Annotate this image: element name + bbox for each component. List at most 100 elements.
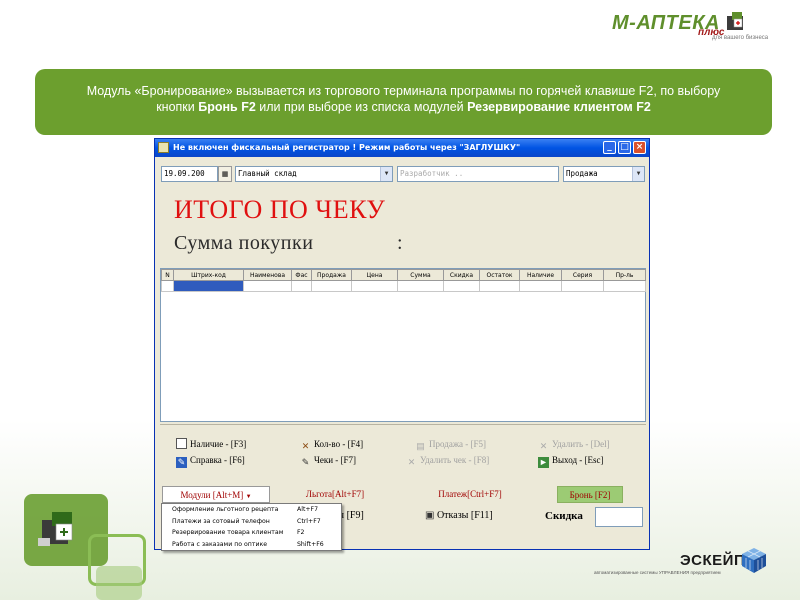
table-cell[interactable] — [479, 280, 520, 292]
menu-item-shortcut: Shift+F6 — [297, 540, 324, 548]
decor-square-light — [96, 566, 142, 600]
column-header[interactable]: Остаток — [479, 269, 520, 281]
menu-item-benefit-recipe[interactable]: Оформление льготного рецепта Alt+F7 — [162, 504, 341, 516]
table-cell[interactable] — [443, 280, 480, 292]
escape-logo: ЭСКЕЙП автоматизированные системы УПРАВЛ… — [592, 548, 772, 590]
table-cell[interactable] — [397, 280, 444, 292]
menu-item-optics-orders[interactable]: Работа с заказами по оптике Shift+F6 — [162, 539, 341, 551]
table-row[interactable] — [161, 280, 646, 292]
modules-tab[interactable]: Модули [Alt+M] ▼ — [162, 486, 270, 503]
table-cell[interactable] — [351, 280, 398, 292]
exit-button[interactable]: ► Выход - [Esc] — [538, 453, 604, 468]
escape-logo-name: ЭСКЕЙП — [680, 552, 746, 569]
table-cell[interactable] — [291, 280, 312, 292]
menu-item-phone-payment[interactable]: Платежи за сотовый телефон Ctrl+F7 — [162, 516, 341, 528]
refusals-icon: ▣ — [425, 510, 437, 521]
refusals-label: Отказы [F11] — [436, 510, 493, 521]
delete-check-label: Удалить чек - [F8] — [420, 455, 490, 465]
menu-item-client-reservation[interactable]: Резервирование товара клиентам F2 — [162, 527, 341, 539]
warehouse-select[interactable]: Главный склад ▼ — [235, 166, 393, 182]
column-header[interactable]: Фас — [291, 269, 312, 281]
table-cell[interactable] — [311, 280, 352, 292]
discount-input[interactable] — [595, 507, 643, 527]
banner-line-1: Модуль «Бронирование» вызывается из торг… — [86, 84, 721, 98]
sale-button[interactable]: ▤ Продажа - [F5] — [415, 437, 486, 451]
delete-icon: ✕ — [539, 441, 548, 451]
column-header[interactable]: Пр-ль — [603, 269, 646, 281]
menu-item-label: Оформление льготного рецепта — [172, 506, 279, 513]
items-grid[interactable]: N Штрих-код Наименова Фас Продажа Цена Сумма Ск… — [160, 268, 646, 422]
menu-item-label: Резервирование товара клиентам — [172, 529, 284, 536]
column-header[interactable]: N — [161, 269, 174, 281]
logo-tagline: для вашего бизнеса — [712, 35, 769, 41]
module-tabs: Модули [Alt+M] ▼ Льгота[Alt+F7] Платеж[C… — [160, 486, 646, 504]
mode-select[interactable]: Продажа ▼ — [563, 166, 645, 182]
app-icon — [158, 142, 169, 153]
column-header[interactable]: Продажа — [311, 269, 352, 281]
table-cell[interactable] — [161, 280, 174, 292]
delete-label: Удалить - [Del] — [552, 439, 610, 449]
column-header[interactable]: Серия — [561, 269, 604, 281]
top-toolbar: 19.09.200 ▦ Главный склад ▼ Разработчик … — [161, 166, 645, 182]
banner-text: или при выборе из списка модулей — [255, 100, 468, 114]
discount-label: Скидка — [545, 510, 583, 522]
checks-label: Чеки - [F7] — [314, 455, 357, 465]
table-cell[interactable] — [561, 280, 604, 292]
printer-icon: ▤ — [416, 441, 425, 451]
pharmacy-figure-icon — [727, 12, 743, 30]
info-banner: Модуль «Бронирование» вызывается из торг… — [35, 69, 772, 135]
quantity-label: Кол-во - [F4] — [314, 439, 364, 449]
window-title: Не включен фискальный регистратор ! Режи… — [173, 143, 521, 152]
function-buttons: Наличие - [F3] ✕ Кол-во - [F4] ▤ Продажа -… — [160, 424, 646, 482]
column-header[interactable]: Наименова — [243, 269, 292, 281]
sale-label: Продажа - [F5] — [429, 439, 487, 449]
exit-door-icon: ► — [538, 457, 549, 468]
delete-button[interactable]: ✕ Удалить - [Del] — [538, 437, 610, 451]
minimize-button[interactable]: _ — [603, 141, 616, 154]
delete-check-button[interactable]: ✕ Удалить чек - [F8] — [406, 453, 490, 467]
developer-field[interactable]: Разработчик .. — [397, 166, 559, 182]
cash-button[interactable]: Наличие - [F3] — [176, 437, 246, 451]
payment-tab[interactable]: Платеж[Ctrl+F7] — [416, 486, 524, 503]
refusals-button[interactable]: ▣ Отказы [F11] — [425, 510, 493, 521]
column-header[interactable]: Наличие — [519, 269, 562, 281]
column-header[interactable]: Сумма — [397, 269, 444, 281]
help-label: Справка - [F6] — [190, 455, 245, 465]
column-header[interactable]: Штрих-код — [173, 269, 244, 281]
table-cell[interactable] — [519, 280, 562, 292]
calendar-icon[interactable]: ▦ — [218, 166, 232, 182]
quantity-button[interactable]: ✕ Кол-во - [F4] — [300, 437, 363, 451]
receipt-icon: ✎ — [301, 457, 310, 467]
mode-value: Продажа — [566, 169, 598, 178]
banner-text: кнопки — [156, 100, 199, 114]
pharmacy-figure-icon — [38, 512, 73, 546]
banner-reservation: Резервирование клиентом F2 — [467, 100, 651, 114]
cash-label: Наличие - [F3] — [190, 439, 247, 449]
selected-cell[interactable] — [173, 280, 244, 292]
escape-logo-tagline: автоматизированные системы УПРАВЛЕНИЯ пр… — [594, 570, 721, 575]
exit-label: Выход - [Esc] — [552, 455, 604, 465]
tools-icon: ✕ — [301, 441, 310, 451]
chevron-down-icon[interactable]: ▼ — [380, 167, 392, 181]
help-button[interactable]: ✎ Справка - [F6] — [176, 453, 245, 468]
window-titlebar[interactable]: Не включен фискальный регистратор ! Режи… — [155, 139, 649, 157]
checks-button[interactable]: ✎ Чеки - [F7] — [300, 453, 356, 467]
booking-tab[interactable]: Бронь [F2] — [557, 486, 623, 503]
maximize-button[interactable]: □ — [618, 141, 631, 154]
chevron-down-icon[interactable]: ▼ — [632, 167, 644, 181]
purchase-sum-colon: : — [397, 232, 403, 254]
warehouse-value: Главный склад — [238, 169, 297, 178]
column-header[interactable]: Цена — [351, 269, 398, 281]
benefit-tab[interactable]: Льгота[Alt+F7] — [283, 486, 387, 503]
table-cell[interactable] — [243, 280, 292, 292]
delete-check-icon: ✕ — [407, 457, 416, 467]
chevron-down-icon: ▼ — [245, 494, 252, 500]
menu-item-shortcut: Alt+F7 — [297, 506, 319, 513]
close-button[interactable]: × — [633, 141, 646, 154]
date-field[interactable]: 19.09.200 — [161, 166, 218, 182]
table-cell[interactable] — [603, 280, 646, 292]
receipt-total-panel: ИТОГО ПО ЧЕКУ Сумма покупки : — [161, 187, 645, 267]
terminal-window: Не включен фискальный регистратор ! Режи… — [154, 138, 650, 550]
column-header[interactable]: Скидка — [443, 269, 480, 281]
modules-tab-label: Модули [Alt+M] — [180, 490, 244, 500]
